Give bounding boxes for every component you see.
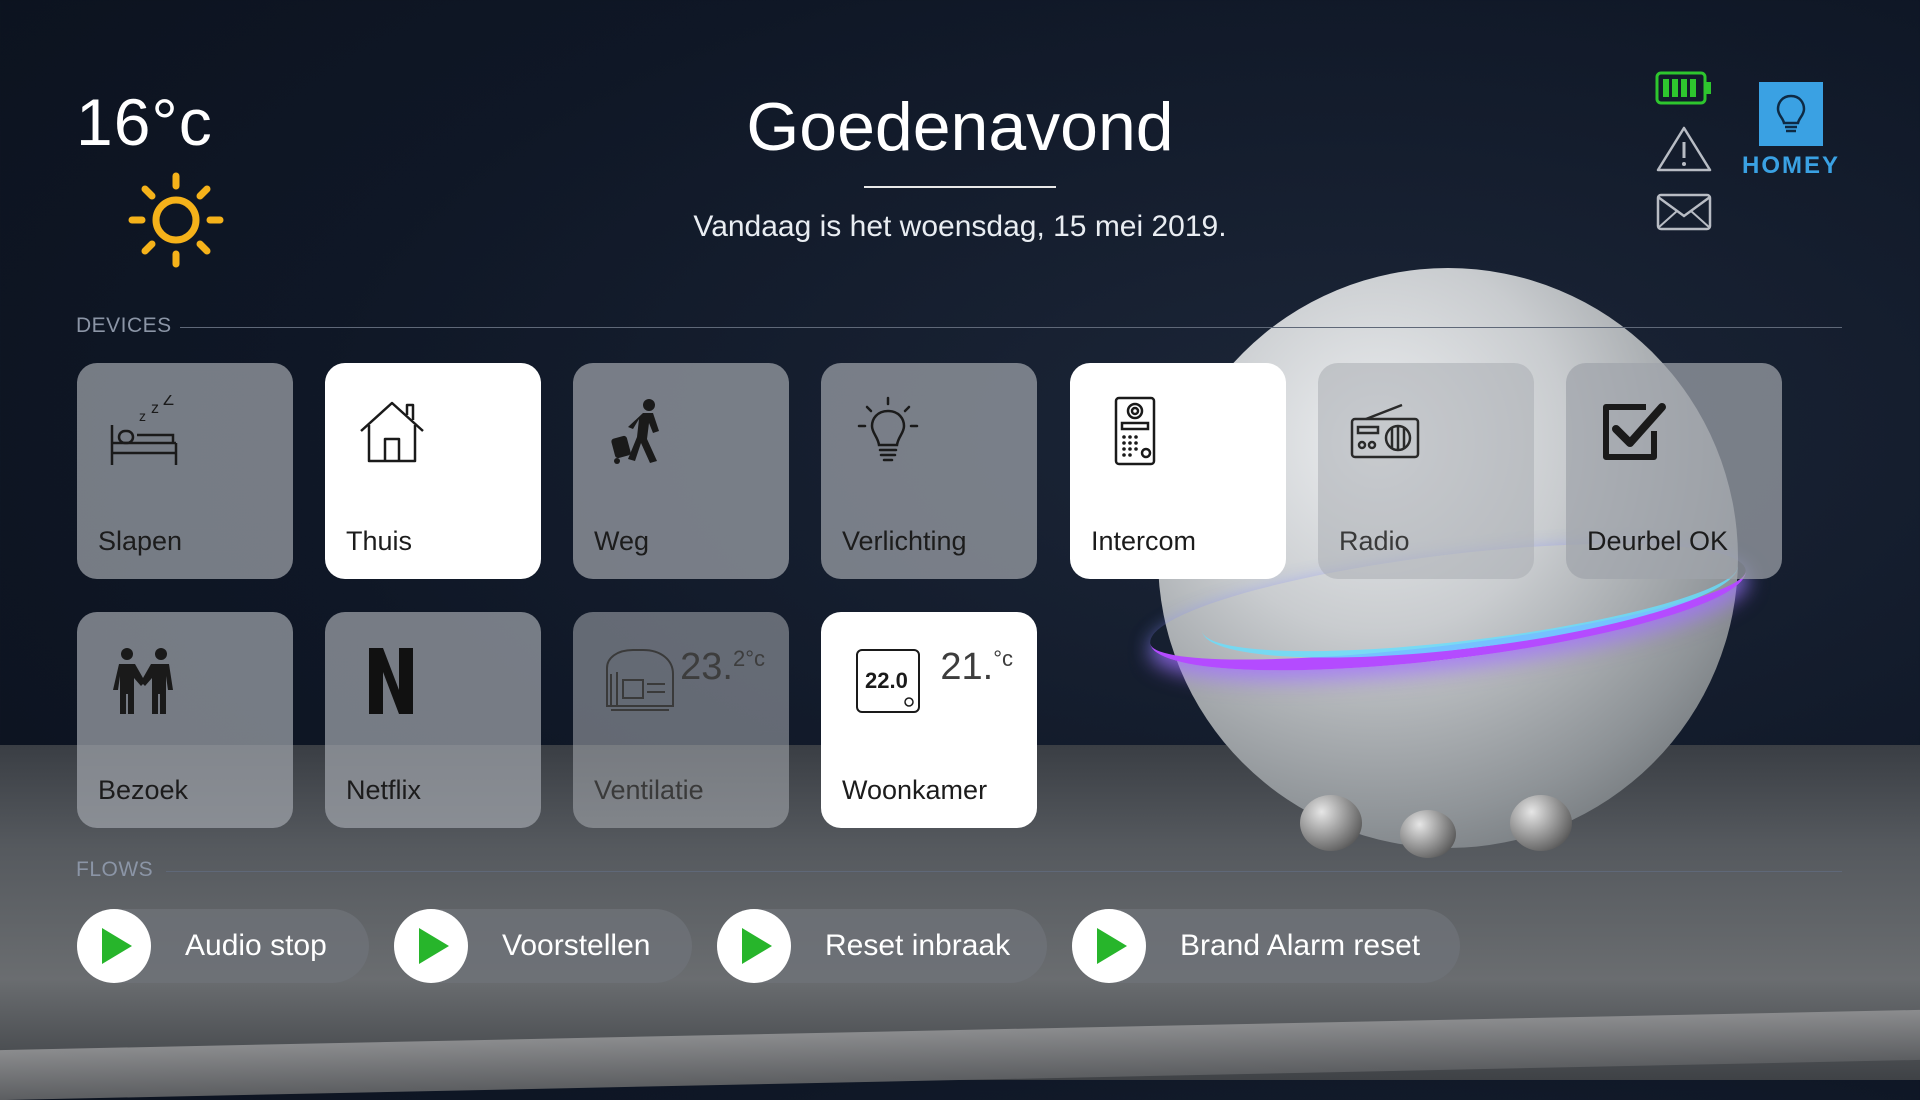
device-tile-ventilatie[interactable]: 23.2°c Ventilatie xyxy=(573,612,789,828)
intercom-icon xyxy=(1114,396,1156,466)
tile-label: Slapen xyxy=(98,526,183,556)
tile-label: Woonkamer xyxy=(842,775,988,805)
bed-sleep-icon: z z Z xyxy=(110,395,178,465)
greeting-divider xyxy=(864,186,1056,188)
greeting-title: Goedenavond xyxy=(746,89,1174,165)
tile-label: Intercom xyxy=(1091,526,1197,556)
flows-section-label: FLOWS xyxy=(76,858,154,881)
tile-label: Weg xyxy=(594,526,650,556)
mail-icon[interactable] xyxy=(1655,192,1715,237)
device-tile-slapen[interactable]: z z Z Slapen xyxy=(77,363,293,579)
flow-label: Voorstellen xyxy=(502,929,651,962)
tile-label: Ventilatie xyxy=(594,775,704,805)
lightbulb-icon xyxy=(857,396,919,462)
flow-button-brand-alarm-reset[interactable]: Brand Alarm reset xyxy=(1072,909,1460,983)
play-icon xyxy=(394,909,468,983)
tile-label: Deurbel OK xyxy=(1587,526,1729,556)
status-icons xyxy=(1655,70,1715,251)
tile-label: Bezoek xyxy=(98,775,189,805)
thermostat-icon: 22.0 xyxy=(856,649,920,713)
device-tile-verlichting[interactable]: Verlichting xyxy=(821,363,1037,579)
house-icon xyxy=(360,401,424,463)
devices-divider xyxy=(180,327,1842,328)
warning-icon[interactable] xyxy=(1655,125,1715,178)
svg-text:z: z xyxy=(139,408,146,424)
device-tile-bezoek[interactable]: Bezoek xyxy=(77,612,293,828)
play-icon xyxy=(77,909,151,983)
ventilation-temperature: 23.2°c xyxy=(680,646,765,688)
play-icon xyxy=(1072,909,1146,983)
flow-button-voorstellen[interactable]: Voorstellen xyxy=(394,909,692,983)
visitors-icon xyxy=(113,648,173,714)
tile-label: Radio xyxy=(1339,526,1410,556)
svg-text:z: z xyxy=(151,400,159,417)
device-tile-thuis[interactable]: Thuis xyxy=(325,363,541,579)
play-icon xyxy=(717,909,791,983)
ventilation-unit-icon xyxy=(606,649,674,711)
homey-brand-label: HOMEY xyxy=(1742,152,1841,179)
radio-icon xyxy=(1350,403,1420,459)
flow-label: Reset inbraak xyxy=(825,929,1011,962)
flows-divider xyxy=(166,871,1842,872)
orb-foot xyxy=(1510,795,1572,851)
tile-label: Netflix xyxy=(346,775,422,805)
homey-bulb-icon xyxy=(1759,82,1823,146)
tile-label: Thuis xyxy=(346,526,413,556)
orb-foot xyxy=(1400,810,1456,858)
device-tile-deurbel-ok[interactable]: Deurbel OK xyxy=(1566,363,1782,579)
battery-icon[interactable] xyxy=(1655,70,1715,111)
flow-label: Audio stop xyxy=(185,929,327,962)
device-tile-netflix[interactable]: Netflix xyxy=(325,612,541,828)
homey-logo[interactable]: HOMEY xyxy=(1742,82,1840,180)
netflix-icon xyxy=(369,648,413,714)
device-tile-woonkamer[interactable]: 22.0 21.°c Woonkamer xyxy=(821,612,1037,828)
flow-button-reset-inbraak[interactable]: Reset inbraak xyxy=(717,909,1047,983)
svg-text:Z: Z xyxy=(163,395,174,409)
flow-button-audio-stop[interactable]: Audio stop xyxy=(77,909,369,983)
flow-label: Brand Alarm reset xyxy=(1180,929,1421,962)
traveler-icon xyxy=(611,399,659,464)
svg-text:22.0: 22.0 xyxy=(865,668,908,693)
device-tile-radio[interactable]: Radio xyxy=(1318,363,1534,579)
device-tile-weg[interactable]: Weg xyxy=(573,363,789,579)
checkbox-icon xyxy=(1603,403,1666,460)
orb-foot xyxy=(1300,795,1362,851)
date-text: Vandaag is het woensdag, 15 mei 2019. xyxy=(693,210,1227,243)
devices-section-label: DEVICES xyxy=(76,314,172,337)
tile-label: Verlichting xyxy=(842,526,967,556)
woonkamer-temperature: 21.°c xyxy=(940,646,1013,688)
device-tile-intercom[interactable]: Intercom xyxy=(1070,363,1286,579)
